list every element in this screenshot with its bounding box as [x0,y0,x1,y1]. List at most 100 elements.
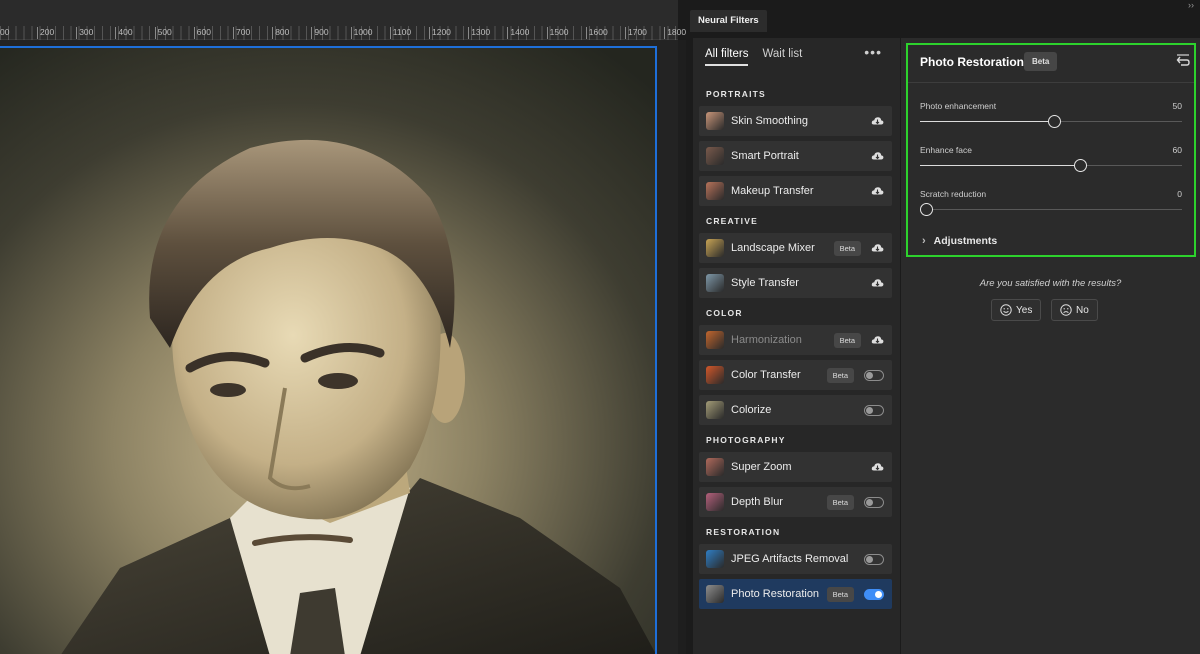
section-heading-creative: CREATIVE [706,216,758,226]
filter-item-photo-restoration[interactable]: Photo Restoration Beta [699,579,892,609]
filter-toggle-color-transfer[interactable] [864,369,884,381]
cloud-download-icon[interactable] [871,462,884,472]
ruler-label: 1100 [389,27,411,39]
ruler-label: 600 [193,27,211,39]
filter-item-super-zoom[interactable]: Super Zoom [699,452,892,482]
frown-icon [1060,304,1072,316]
filter-name: Smart Portrait [731,150,799,162]
settings-title-bar: Photo Restoration Beta [908,45,1194,83]
collapse-panel-icon[interactable]: ›› [1188,0,1194,10]
yes-button[interactable]: Yes [991,299,1042,321]
slider-label: Enhance face [920,145,972,155]
filter-toggle-jpeg-artifacts-removal[interactable] [864,553,884,565]
ruler-label: 1300 [468,27,490,39]
slider-label: Photo enhancement [920,101,997,111]
filter-name: Color Transfer [731,369,801,381]
slider-fill [920,165,1075,166]
slider-label: Scratch reduction [920,189,987,199]
slider-handle[interactable] [1074,159,1088,172]
slider-fill [920,121,1049,122]
beta-badge: Beta [833,240,861,256]
ruler-label: 00 [0,27,10,37]
filter-thumbnail-super-zoom [706,458,724,476]
feedback-question: Are you satisfied with the results? [979,278,1122,289]
filter-name: Depth Blur [731,496,783,508]
cloud-download-icon[interactable] [871,243,884,253]
filter-thumbnail-jpeg-artifacts-removal [706,550,724,568]
ruler-label: 500 [154,27,172,39]
filter-toggle-depth-blur[interactable] [864,496,884,508]
filter-item-harmonization[interactable]: Harmonization Beta [699,325,892,355]
filter-item-smart-portrait[interactable]: Smart Portrait [699,141,892,171]
canvas-scrollbar[interactable] [678,40,686,654]
neural-filters-tab[interactable]: Neural Filters [690,10,767,32]
adjustments-toggle[interactable]: › Adjustments [922,235,997,247]
ruler-label: 200 [37,27,54,39]
filter-thumbnail-style-transfer [706,274,724,292]
portrait-photo [0,48,655,654]
cloud-download-icon[interactable] [871,186,884,196]
filter-thumbnail-makeup-transfer [706,182,724,200]
chevron-right-icon: › [922,235,926,247]
ruler-label: 900 [311,27,329,39]
cloud-download-icon[interactable] [871,116,884,126]
tab-all-filters[interactable]: All filters [705,48,749,66]
cloud-download-icon[interactable] [871,278,884,288]
filter-thumbnail-smart-portrait [706,147,724,165]
slider-handle[interactable] [1048,115,1062,128]
tab-wait-list[interactable]: Wait list [762,48,802,66]
ruler-label: 300 [76,27,93,39]
filter-toggle-colorize[interactable] [864,404,884,416]
section-heading-color: COLOR [706,308,743,318]
slider-value: 0 [1177,189,1182,199]
ruler-label: 1700 [625,27,647,39]
filter-thumbnail-harmonization [706,331,724,349]
filter-item-color-transfer[interactable]: Color Transfer Beta [699,360,892,390]
beta-badge: Beta [826,367,854,383]
filter-thumbnail-photo-restoration [706,585,724,603]
settings-highlight-box: Photo Restoration Beta Photo enhancement… [906,43,1196,257]
filter-item-style-transfer[interactable]: Style Transfer [699,268,892,298]
filter-item-landscape-mixer[interactable]: Landscape Mixer Beta [699,233,892,263]
section-heading-restoration: RESTORATION [706,527,781,537]
filter-name: Style Transfer [731,277,799,289]
photoshop-window: 00 200 300 400 500 600 700 800 900 1000 1100 1200 1… [0,0,1200,654]
filter-item-skin-smoothing[interactable]: Skin Smoothing [699,106,892,136]
filter-thumbnail-colorize [706,401,724,419]
filter-item-colorize[interactable]: Colorize [699,395,892,425]
filter-thumbnail-landscape-mixer [706,239,724,257]
filter-name: Photo Restoration [731,588,820,600]
ruler-label: 700 [233,27,250,39]
ruler-label: 800 [272,27,289,39]
panel-header: Neural Filters ›› [686,0,1200,38]
cloud-download-icon[interactable] [871,151,884,161]
slider-track[interactable] [920,209,1182,210]
slider-handle[interactable] [920,203,933,216]
ruler-label: 1600 [585,27,608,39]
filter-name: Landscape Mixer [731,242,815,254]
more-options-icon[interactable]: ••• [864,44,882,60]
filter-thumbnail-color-transfer [706,366,724,384]
filter-item-depth-blur[interactable]: Depth Blur Beta [699,487,892,517]
reset-icon[interactable] [1176,54,1190,66]
ruler-label: 400 [115,27,133,39]
yes-label: Yes [1016,304,1033,316]
slider-enhance-face: Enhance face 60 [920,145,1182,179]
document-canvas[interactable] [0,46,657,654]
filter-item-jpeg-artifacts-removal[interactable]: JPEG Artifacts Removal [699,544,892,574]
filter-name: Makeup Transfer [731,185,814,197]
ruler-label: 1500 [546,27,569,39]
settings-title: Photo Restoration [920,55,1024,69]
no-button[interactable]: No [1051,299,1098,321]
beta-badge: Beta [833,332,861,348]
horizontal-ruler: 00 200 300 400 500 600 700 800 900 1000 1100 1200 1… [0,0,686,40]
ruler-label: 1000 [350,27,373,39]
canvas-area: 00 200 300 400 500 600 700 800 900 1000 1100 1200 1… [0,0,686,654]
section-heading-portraits: PORTRAITS [706,89,766,99]
filter-item-makeup-transfer[interactable]: Makeup Transfer [699,176,892,206]
cloud-download-icon[interactable] [871,335,884,345]
filter-thumbnail-skin-smoothing [706,112,724,130]
filter-name: Super Zoom [731,461,792,473]
filter-toggle-photo-restoration[interactable] [864,588,884,600]
beta-badge: Beta [826,586,854,602]
